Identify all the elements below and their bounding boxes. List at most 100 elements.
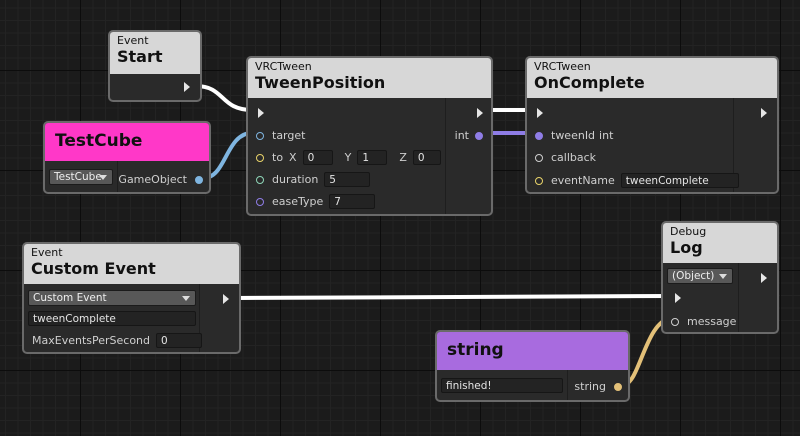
port-divider: [567, 370, 568, 400]
to-port[interactable]: to X 0 Y 1 Z 0: [256, 150, 441, 165]
dropdown-arrow-icon: [719, 274, 727, 279]
message-socket-icon[interactable]: [671, 317, 679, 326]
tween-position-header[interactable]: VRCTween TweenPosition: [248, 58, 491, 98]
flow-out-port[interactable]: [761, 273, 767, 283]
flow-in-port[interactable]: [258, 108, 264, 118]
flow-in-port[interactable]: [675, 293, 681, 303]
flow-arrow-icon: [761, 108, 767, 118]
node-title: Start: [117, 47, 163, 66]
ease-type-field[interactable]: 7: [329, 194, 376, 209]
flow-out-port[interactable]: [184, 82, 190, 92]
string-node-header[interactable]: string: [437, 332, 628, 370]
tween-id-port[interactable]: tweenId int: [535, 129, 613, 142]
flow-in-port[interactable]: [537, 108, 543, 118]
to-socket-icon[interactable]: [256, 153, 264, 162]
int-socket-icon[interactable]: [475, 131, 483, 140]
wire-testcube-to-target: [203, 131, 253, 180]
target-socket-icon[interactable]: [256, 131, 264, 140]
target-port[interactable]: target: [256, 129, 305, 142]
on-complete-header[interactable]: VRCTween OnComplete: [527, 58, 777, 98]
gameobject-socket-icon[interactable]: [195, 175, 203, 184]
ease-type-port[interactable]: easeType 7: [256, 194, 376, 209]
flow-out-port[interactable]: [477, 108, 483, 118]
log-type-dropdown[interactable]: (Object): [667, 268, 733, 284]
message-label: message: [687, 315, 737, 328]
max-events-row[interactable]: MaxEventsPerSecond 0: [32, 333, 202, 348]
test-cube-dropdown[interactable]: TestCube: [49, 169, 113, 185]
x-label: X: [289, 151, 297, 164]
target-label: target: [272, 129, 306, 142]
string-value-row[interactable]: finished!: [441, 378, 563, 393]
duration-port[interactable]: duration 5: [256, 172, 371, 187]
custom-event-dropdown[interactable]: Custom Event: [28, 290, 196, 306]
flow-out-port[interactable]: [761, 108, 767, 118]
tween-id-type: int: [599, 129, 614, 142]
duration-field[interactable]: 5: [324, 172, 371, 187]
int-output-label: int: [454, 129, 469, 142]
node-title: Log: [670, 238, 703, 257]
dropdown-value: Custom Event: [33, 292, 107, 304]
node-title: TweenPosition: [255, 73, 386, 92]
callback-socket-icon[interactable]: [535, 153, 543, 162]
string-output-port[interactable]: string: [574, 380, 622, 393]
custom-event-header[interactable]: Event Custom Event: [24, 244, 239, 284]
dropdown-value: TestCube: [54, 171, 102, 183]
to-z-field[interactable]: 0: [412, 150, 441, 165]
tween-position-node[interactable]: VRCTween TweenPosition target int to X 0…: [246, 56, 493, 216]
test-cube-dropdown-row[interactable]: TestCube: [49, 169, 113, 185]
test-cube-node[interactable]: TestCube TestCube GameObject: [43, 121, 211, 194]
dropdown-value: (Object): [672, 270, 715, 282]
callback-label: callback: [551, 151, 597, 164]
debug-log-node[interactable]: Debug Log (Object) message: [661, 221, 779, 334]
tween-id-label: tweenId: [551, 129, 596, 142]
tween-id-socket-icon[interactable]: [535, 131, 543, 140]
event-name-field[interactable]: tweenComplete: [28, 311, 196, 326]
port-divider: [445, 98, 446, 214]
to-x-field[interactable]: 0: [302, 150, 333, 165]
custom-event-dropdown-row[interactable]: Custom Event: [28, 290, 196, 306]
event-name-port[interactable]: eventName tweenComplete: [535, 173, 739, 188]
to-label: to: [272, 151, 284, 164]
callback-port[interactable]: callback: [535, 151, 596, 164]
on-complete-node[interactable]: VRCTween OnComplete tweenId int callback…: [525, 56, 779, 194]
event-name-socket-icon[interactable]: [535, 176, 543, 185]
string-output-label: string: [574, 380, 606, 393]
flow-arrow-icon: [258, 108, 264, 118]
custom-event-node[interactable]: Event Custom Event Custom Event tweenCom…: [22, 242, 241, 354]
start-node-header[interactable]: Event Start: [110, 32, 200, 74]
string-socket-icon[interactable]: [614, 382, 622, 391]
y-label: Y: [344, 151, 352, 164]
port-divider: [738, 263, 739, 332]
message-port[interactable]: message: [671, 315, 736, 328]
wire-start-to-tween: [195, 84, 253, 112]
flow-arrow-icon: [223, 294, 229, 304]
node-title: string: [447, 340, 504, 360]
node-title: TestCube: [55, 131, 143, 151]
node-category: Debug: [670, 225, 707, 238]
node-category: VRCTween: [534, 60, 591, 73]
node-category: Event: [117, 34, 149, 47]
ease-type-socket-icon[interactable]: [256, 197, 264, 206]
dropdown-arrow-icon: [182, 296, 190, 301]
string-node[interactable]: string finished! string: [435, 330, 630, 402]
debug-log-header[interactable]: Debug Log: [663, 223, 777, 263]
flow-arrow-icon: [184, 82, 190, 92]
event-name-field[interactable]: tweenComplete: [620, 173, 739, 188]
string-value-field[interactable]: finished!: [441, 378, 563, 393]
max-events-field[interactable]: 0: [156, 333, 202, 348]
z-label: Z: [399, 151, 407, 164]
duration-socket-icon[interactable]: [256, 175, 264, 184]
start-node[interactable]: Event Start: [108, 30, 202, 102]
test-cube-header[interactable]: TestCube: [45, 123, 209, 161]
node-category: VRCTween: [255, 60, 312, 73]
flow-arrow-icon: [537, 108, 543, 118]
node-category: Event: [31, 246, 63, 259]
to-y-field[interactable]: 1: [357, 150, 388, 165]
ease-type-label: easeType: [272, 195, 324, 208]
node-title: OnComplete: [534, 73, 645, 92]
gameobject-output-port[interactable]: GameObject: [118, 173, 203, 186]
int-output-port[interactable]: int: [455, 129, 483, 142]
flow-out-port[interactable]: [223, 294, 229, 304]
event-name-row[interactable]: tweenComplete: [28, 311, 196, 326]
log-dropdown-row[interactable]: (Object): [667, 268, 733, 284]
